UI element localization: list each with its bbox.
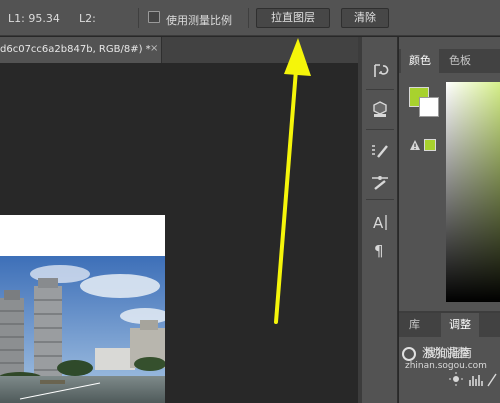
watermark-logo-icon [402,346,416,361]
document-tab[interactable]: d6c07cc6a2b847b, RGB/8#) * × [0,37,162,63]
color-picker-field[interactable] [446,82,500,302]
color-panel-tabs: 颜色 色板 [399,49,500,73]
brightness-contrast-icon [453,376,459,382]
use-scale-label: 使用测量比例 [166,14,232,27]
document-tab-title: d6c07cc6a2b847b, RGB/8#) * [0,44,151,55]
l2-readout: L2: [79,12,96,25]
straighten-layer-button[interactable]: 拉直图层 [256,8,330,28]
l1-readout: L1: 95.34 [8,12,60,25]
canvas-area[interactable] [0,63,358,403]
clear-button[interactable]: 清除 [341,8,389,28]
adjustment-icons [448,370,500,388]
paragraph-icon[interactable]: ¶ [370,240,390,260]
divider [366,199,394,200]
character-icon[interactable]: A [370,212,390,232]
levels-icon [469,375,483,386]
tab-swatches[interactable]: 色板 [441,49,479,73]
tab-color[interactable]: 颜色 [401,49,439,73]
brush-presets-icon[interactable] [370,141,390,161]
history-icon[interactable] [370,61,390,81]
background-color-swatch[interactable] [419,97,439,117]
divider [366,129,394,130]
svg-text:A: A [373,214,384,232]
brush-settings-icon[interactable] [370,172,390,192]
close-tab-icon[interactable]: × [150,43,158,54]
document-tab-bar: d6c07cc6a2b847b, RGB/8#) * × [0,37,358,63]
3d-icon[interactable] [370,99,390,119]
photo-layer[interactable] [0,256,165,403]
divider [138,8,139,28]
svg-text:¶: ¶ [374,242,384,260]
bottom-panel-tabs: 库 调整 [399,313,500,337]
use-scale-checkbox[interactable] [148,11,160,23]
options-bar: L1: 95.34 L2: 使用测量比例 拉直图层 清除 [0,0,500,36]
watermark-brand: 搜狗指南 [424,346,473,360]
divider [248,8,249,28]
gamut-color-swatch[interactable] [424,139,436,151]
tab-adjustments[interactable]: 调整 [441,313,479,337]
tab-libraries[interactable]: 库 [401,313,428,337]
gamut-warning-icon [409,139,421,151]
curves-icon [487,373,497,387]
panel-icon-strip: A ¶ [362,37,398,403]
divider [366,89,394,90]
